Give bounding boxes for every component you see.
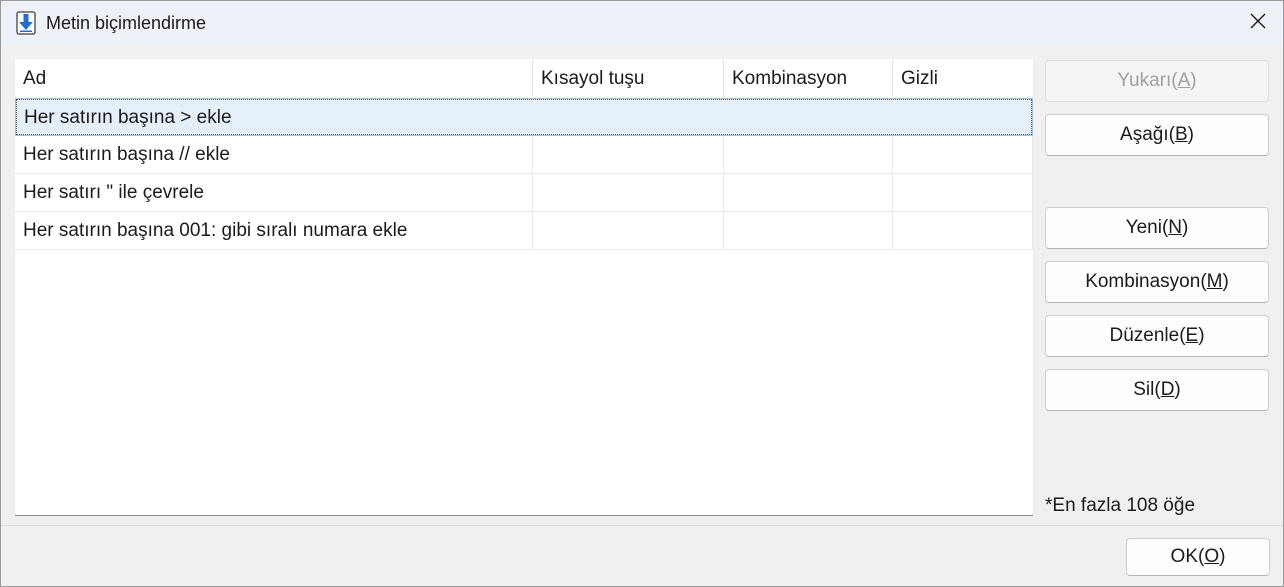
column-header-gizli[interactable]: Gizli: [893, 59, 1033, 97]
title-bar: Metin biçimlendirme: [1, 1, 1283, 45]
combination-button-hotkey: M: [1206, 271, 1223, 292]
list-row[interactable]: Her satırı " ile çevrele: [15, 174, 1033, 212]
combination-button-label: Kombinasyon: [1085, 271, 1201, 292]
cell-kombinasyon: [724, 136, 893, 173]
list-header: Ad Kısayol tuşu Kombinasyon Gizli: [15, 59, 1033, 97]
combination-button[interactable]: Kombinasyon(M): [1045, 261, 1269, 303]
edit-button[interactable]: Düzenle(E): [1045, 315, 1269, 357]
up-button-hotkey: A: [1177, 70, 1191, 91]
cell-kombinasyon: [724, 212, 893, 249]
cell-ad: Her satırı " ile çevrele: [15, 174, 533, 211]
delete-button-label: Sil: [1133, 379, 1155, 400]
cell-ad: Her satırın başına 001: gibi sıralı numa…: [15, 212, 533, 249]
cell-ad: Her satırın başına > ekle: [24, 107, 232, 128]
dialog-window: Metin biçimlendirme Ad Kısayol tuşu Komb…: [0, 0, 1284, 587]
cell-kisayol: [533, 212, 724, 249]
cell-gizli: [894, 99, 1032, 136]
column-header-kombinasyon[interactable]: Kombinasyon: [724, 59, 893, 97]
ok-button-hotkey: O: [1204, 546, 1220, 567]
new-button-label: Yeni: [1125, 217, 1162, 238]
up-button[interactable]: Yukarı(A): [1045, 60, 1269, 102]
cell-gizli: [893, 212, 1033, 249]
close-button[interactable]: [1233, 1, 1283, 45]
cell-gizli: [893, 174, 1033, 211]
max-items-note: *En fazla 108 öğe: [1045, 495, 1196, 516]
column-header-ad[interactable]: Ad: [15, 59, 533, 97]
cell-kisayol: [533, 174, 724, 211]
down-button-hotkey: B: [1174, 124, 1188, 145]
edit-button-hotkey: E: [1185, 325, 1199, 346]
cell-gizli: [893, 136, 1033, 173]
up-button-label: Yukarı: [1117, 70, 1172, 91]
edit-button-label: Düzenle: [1109, 325, 1180, 346]
cell-kombinasyon: [725, 99, 894, 136]
new-button-hotkey: N: [1168, 217, 1183, 238]
format-list[interactable]: Ad Kısayol tuşu Kombinasyon Gizli Her sa…: [15, 59, 1033, 516]
close-icon: [1250, 13, 1266, 34]
cell-kisayol: [533, 136, 724, 173]
window-title: Metin biçimlendirme: [46, 13, 207, 33]
ok-button[interactable]: OK(O): [1126, 538, 1270, 576]
cell-ad: Her satırın başına // ekle: [15, 136, 533, 173]
down-button[interactable]: Aşağı(B): [1045, 114, 1269, 156]
delete-button-hotkey: D: [1160, 379, 1175, 400]
list-row[interactable]: Her satırın başına > ekle: [15, 98, 1033, 136]
down-button-label: Aşağı: [1120, 124, 1169, 145]
list-row[interactable]: Her satırın başına // ekle: [15, 136, 1033, 174]
footer-divider: [1, 525, 1283, 526]
cell-kisayol: [534, 99, 725, 136]
new-button[interactable]: Yeni(N): [1045, 207, 1269, 249]
ok-button-label: OK: [1170, 546, 1198, 567]
column-header-kisayol[interactable]: Kısayol tuşu: [533, 59, 724, 97]
cell-kombinasyon: [724, 174, 893, 211]
download-arrow-icon: [15, 11, 37, 35]
delete-button[interactable]: Sil(D): [1045, 369, 1269, 411]
list-row[interactable]: Her satırın başına 001: gibi sıralı numa…: [15, 212, 1033, 250]
